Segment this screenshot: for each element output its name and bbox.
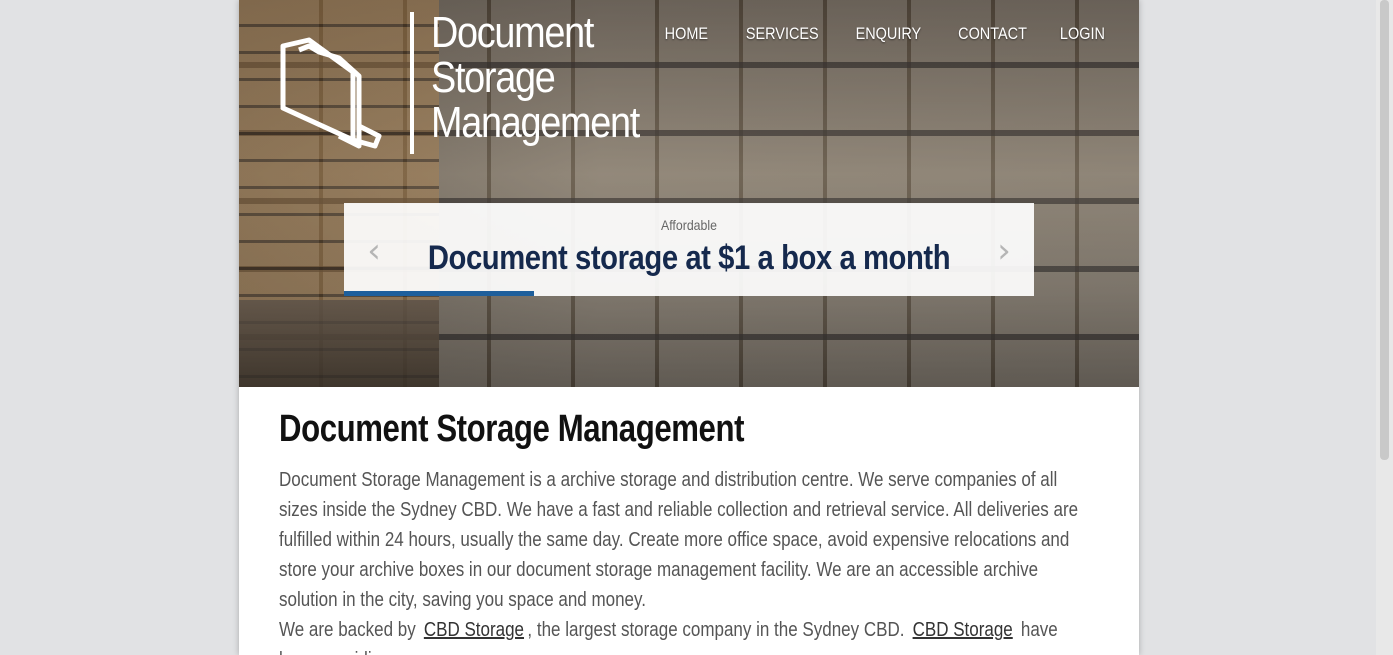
nav-services[interactable]: SERVICES [746,24,819,44]
page-title: Document Storage Management [279,408,745,450]
page-container: Document Storage Management HOME SERVICE… [239,0,1139,655]
chevron-left-icon[interactable]: ‹ [364,233,384,269]
scrollbar-thumb[interactable] [1380,0,1389,460]
nav-contact[interactable]: CONTACT [958,24,1027,44]
backing-paragraph: We are backed by CBD Storage, the larges… [279,615,1095,655]
logo-line-2: Storage [431,53,556,102]
backing-text-2: , the largest storage company in the Syd… [527,619,905,641]
logo-line-1: Document [431,8,594,57]
site-logo[interactable]: Document Storage Management [279,10,659,155]
slide-progress-fill [344,291,534,296]
nav-home[interactable]: HOME [665,24,708,44]
slide-title: Document storage at $1 a box a month [427,239,951,277]
nav-enquiry[interactable]: ENQUIRY [856,24,922,44]
cbd-storage-link[interactable]: CBD Storage [424,619,524,641]
backing-text-1: We are backed by [279,619,416,641]
hero-banner: Document Storage Management HOME SERVICE… [239,0,1139,387]
main-content: Document Storage Management Document Sto… [279,408,1109,655]
hero-slider: Affordable Document storage at $1 a box … [344,203,1034,296]
logo-wordmark: Document Storage Management [431,8,640,147]
slide-kicker: Affordable [661,217,717,233]
vertical-scrollbar[interactable] [1376,0,1393,655]
chevron-right-icon[interactable]: › [994,233,1014,269]
nav-login[interactable]: LOGIN [1060,24,1105,44]
folder-logo-icon [280,37,382,149]
slide-progress [344,291,1034,296]
intro-paragraph: Document Storage Management is a archive… [279,469,1079,611]
logo-divider [410,12,414,154]
logo-line-3: Management [431,98,640,147]
main-nav: HOME SERVICES ENQUIRY CONTACT LOGIN [632,24,1105,44]
cbd-storage-link-2[interactable]: CBD Storage [913,619,1013,641]
hero-background-floor [239,300,439,387]
